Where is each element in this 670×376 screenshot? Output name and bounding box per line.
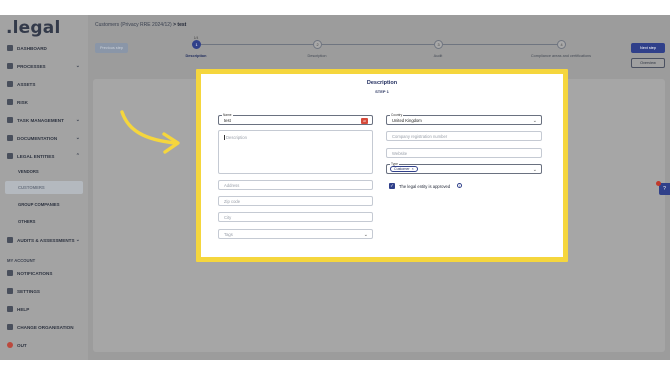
sidebar-item-change-organisation[interactable]: CHANGE ORGANISATION (0, 320, 88, 334)
description-modal: Description STEP 1 Name test AI Descript… (196, 69, 568, 262)
type-select[interactable]: Type Customer × ⌄ (386, 162, 542, 174)
stepper-line (322, 44, 434, 45)
stepper-line (201, 44, 313, 45)
sidebar-item-dashboard[interactable]: DASHBOARD (0, 41, 88, 55)
previous-step-button[interactable]: Previous step (95, 43, 128, 53)
breadcrumb-separator: > (173, 22, 177, 28)
website-placeholder: Website (392, 150, 408, 156)
chevron-down-icon: ⌄ (532, 118, 537, 124)
sidebar: .legal DASHBOARD PROCESSES ⌄ ASSETS RISK … (0, 15, 88, 360)
tags-placeholder: Tags (224, 231, 233, 237)
approved-checkbox[interactable]: ✓ (389, 183, 395, 189)
sidebar-item-documentation[interactable]: DOCUMENTATION ⌄ (0, 131, 88, 145)
modal-step-label: STEP 1 (375, 89, 389, 94)
breadcrumb-current: test (177, 22, 187, 28)
sidebar-item-logout[interactable]: OUT (0, 338, 88, 352)
chevron-down-icon: ⌄ (75, 117, 80, 123)
step-2-dot[interactable]: 2 (313, 40, 322, 49)
account-section-label: MY ACCOUNT (7, 258, 36, 263)
app-window: .legal DASHBOARD PROCESSES ⌄ ASSETS RISK … (0, 15, 670, 360)
type-field-label: Type (390, 162, 399, 166)
description-placeholder: Description (226, 135, 247, 140)
sidebar-item-risk[interactable]: RISK (0, 95, 88, 109)
approved-label: The legal entity is approved (399, 184, 451, 189)
zip-placeholder: Zip code (224, 198, 241, 204)
help-icon (7, 306, 13, 312)
address-field[interactable]: Address (218, 180, 373, 190)
overview-button[interactable]: Overview (631, 58, 665, 68)
step-4-label: Compliance areas and certifications (530, 54, 592, 58)
sidebar-subitem-customers[interactable]: CUSTOMERS (18, 185, 45, 190)
name-field-label: Name (222, 113, 233, 117)
sidebar-item-settings[interactable]: SETTINGS (0, 284, 88, 298)
sidebar-subitem-vendors[interactable]: VENDORS (18, 169, 39, 174)
zip-code-field[interactable]: Zip code (218, 196, 373, 206)
stepper-line (443, 44, 557, 45)
logout-icon (7, 342, 13, 348)
app-logo: .legal (6, 18, 61, 38)
sidebar-item-task-management[interactable]: TASK MANAGEMENT ⌄ (0, 113, 88, 127)
breadcrumb-parent[interactable]: Customers (Privacy RRE 2024/12) (95, 22, 172, 28)
chevron-down-icon: ⌄ (75, 237, 80, 243)
tasks-icon (7, 117, 13, 123)
address-placeholder: Address (224, 182, 240, 188)
notification-dot (656, 181, 661, 186)
audit-icon (7, 237, 13, 243)
sidebar-item-legal-entities[interactable]: LEGAL ENTITIES ⌃ (0, 149, 88, 163)
next-step-button[interactable]: Next step (631, 43, 665, 53)
tags-select[interactable]: Tags ⌄ (218, 229, 373, 239)
text-caret (224, 135, 225, 140)
city-field[interactable]: City (218, 212, 373, 222)
sidebar-subitem-group-companies[interactable]: GROUP COMPANIES (18, 202, 60, 207)
bell-icon (7, 270, 13, 276)
grid-icon (7, 45, 13, 51)
name-field[interactable]: Name test AI (218, 113, 373, 125)
doc-icon (7, 135, 13, 141)
city-placeholder: City (224, 214, 232, 220)
swap-icon (7, 324, 13, 330)
sidebar-item-help[interactable]: HELP (0, 302, 88, 316)
modal-title: Description (366, 80, 398, 86)
step-2-label: Description (307, 54, 327, 58)
website-field[interactable]: Website (386, 148, 542, 158)
chevron-down-icon: ⌄ (75, 63, 80, 69)
country-value: United Kingdom (392, 117, 422, 123)
company-registration-placeholder: Company registration number (392, 133, 448, 139)
flow-icon (7, 63, 13, 69)
box-icon (7, 81, 13, 87)
sidebar-item-processes[interactable]: PROCESSES ⌄ (0, 59, 88, 73)
building-icon (7, 153, 13, 159)
description-textarea[interactable]: Description (218, 130, 373, 174)
type-chip[interactable]: Customer × (390, 166, 418, 172)
breadcrumb: Customers (Privacy RRE 2024/12) > test (95, 22, 186, 28)
sidebar-item-notifications[interactable]: NOTIFICATIONS (0, 266, 88, 280)
step-1-label: Description (185, 54, 207, 58)
country-field-label: Country (390, 113, 404, 117)
ai-badge-icon[interactable]: AI (361, 118, 368, 124)
type-chip-label: Customer (394, 167, 410, 171)
step-4-dot[interactable]: 4 (557, 40, 566, 49)
name-field-value: test (224, 117, 231, 123)
step-3-label: Audit (433, 54, 443, 58)
info-icon[interactable]: i (457, 183, 462, 188)
chevron-down-icon: ⌄ (75, 135, 80, 141)
chevron-down-icon: ⌄ (363, 232, 368, 238)
step-1-dot[interactable]: 1 (192, 40, 201, 49)
chip-remove-icon[interactable]: × (412, 167, 414, 171)
company-registration-field[interactable]: Company registration number (386, 131, 542, 141)
country-select[interactable]: Country United Kingdom ⌄ (386, 113, 542, 125)
sidebar-item-audits[interactable]: AUDITS & ASSESSMENTS ⌄ (0, 233, 88, 247)
sidebar-subitem-others[interactable]: OTHERS (18, 219, 35, 224)
chevron-up-icon: ⌃ (75, 153, 80, 159)
step-3-dot[interactable]: 3 (434, 40, 443, 49)
help-tab-icon[interactable]: ? (659, 183, 670, 195)
gear-icon (7, 288, 13, 294)
sidebar-item-assets[interactable]: ASSETS (0, 77, 88, 91)
alert-icon (7, 99, 13, 105)
pointer-arrow-icon (120, 110, 180, 154)
chevron-down-icon: ⌄ (532, 167, 537, 173)
